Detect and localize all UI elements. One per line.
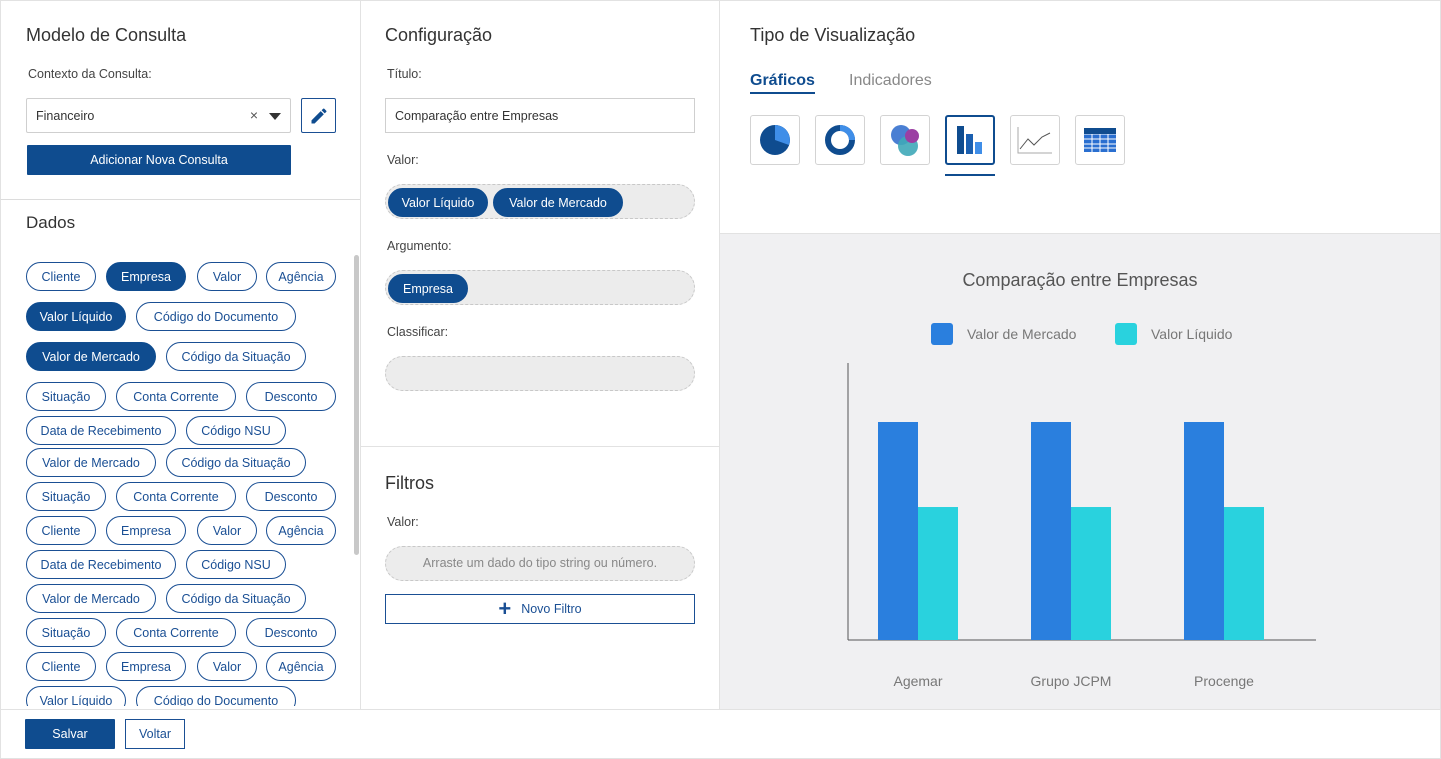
data-chip[interactable]: Desconto	[246, 382, 336, 411]
data-chip[interactable]: Situação	[26, 618, 106, 647]
data-chip[interactable]: Valor de Mercado	[26, 584, 156, 613]
data-chip[interactable]: Valor de Mercado	[26, 342, 156, 371]
filters-title: Filtros	[385, 473, 434, 493]
add-query-button[interactable]: Adicionar Nova Consulta	[27, 145, 291, 175]
pie-chart-icon	[760, 125, 790, 155]
filter-value-label: Valor:	[387, 515, 419, 529]
bar-chart	[847, 363, 1316, 641]
data-chip[interactable]: Valor	[197, 652, 257, 681]
data-chip[interactable]: Desconto	[246, 482, 336, 511]
donut-chart-icon	[825, 125, 855, 155]
data-chip[interactable]: Valor	[197, 262, 257, 291]
plus-icon: +	[498, 596, 512, 621]
data-chip[interactable]: Data de Recebimento	[26, 550, 176, 579]
bar-chart-icon	[957, 126, 982, 154]
back-button[interactable]: Voltar	[125, 719, 185, 749]
table-icon	[1084, 128, 1116, 152]
value-chip[interactable]: Valor Líquido	[388, 188, 488, 217]
data-scrollbar[interactable]	[354, 255, 359, 555]
context-select[interactable]: Financeiro ×	[26, 98, 291, 133]
data-chip[interactable]: Valor Líquido	[26, 302, 126, 331]
new-filter-button[interactable]: + Novo Filtro	[385, 594, 695, 624]
data-chip[interactable]: Cliente	[26, 516, 96, 545]
viz-active-indicator	[945, 174, 995, 176]
x-tick-label: Grupo JCPM	[1030, 673, 1112, 689]
clear-icon[interactable]: ×	[250, 107, 258, 123]
data-chip[interactable]: Empresa	[106, 652, 186, 681]
bar-mercado[interactable]	[878, 422, 918, 640]
save-button[interactable]: Salvar	[25, 719, 115, 749]
data-chip[interactable]: Valor	[197, 516, 257, 545]
title-input[interactable]: Comparação entre Empresas	[385, 98, 695, 133]
data-chip[interactable]: Situação	[26, 482, 106, 511]
data-chip[interactable]: Conta Corrente	[116, 382, 236, 411]
viz-line-button[interactable]	[1010, 115, 1060, 165]
bar-liquido[interactable]	[1224, 507, 1264, 640]
data-chip[interactable]: Código da Situação	[166, 342, 306, 371]
tab-indicadores[interactable]: Indicadores	[849, 72, 932, 90]
argument-label: Argumento:	[387, 239, 452, 253]
data-chip[interactable]: Agência	[266, 262, 336, 291]
viz-type-title: Tipo de Visualização	[750, 25, 916, 45]
data-chip[interactable]: Código do Documento	[136, 686, 296, 706]
data-chip[interactable]: Valor Líquido	[26, 686, 126, 706]
bar-mercado[interactable]	[1031, 422, 1071, 640]
data-chip[interactable]: Data de Recebimento	[26, 416, 176, 445]
data-chip[interactable]: Código da Situação	[166, 448, 306, 477]
argument-drop-zone[interactable]: Empresa	[385, 270, 695, 305]
pencil-icon	[311, 107, 327, 123]
viz-table-button[interactable]	[1075, 115, 1125, 165]
viz-donut-button[interactable]	[815, 115, 865, 165]
data-chip[interactable]: Cliente	[26, 652, 96, 681]
data-chip[interactable]: Desconto	[246, 618, 336, 647]
config-title: Configuração	[385, 25, 493, 45]
sort-label: Classificar:	[387, 325, 449, 339]
footer-bar	[0, 709, 1441, 759]
tab-graficos[interactable]: Gráficos	[750, 72, 815, 94]
value-label: Valor:	[387, 153, 419, 167]
query-model-title: Modelo de Consulta	[26, 25, 187, 45]
data-chip[interactable]: Empresa	[106, 262, 186, 291]
data-chip[interactable]: Situação	[26, 382, 106, 411]
data-chip[interactable]: Código do Documento	[136, 302, 296, 331]
new-filter-label: Novo Filtro	[521, 602, 582, 616]
filter-placeholder: Arraste um dado do tipo string ou número…	[422, 556, 658, 570]
bar-liquido[interactable]	[1071, 507, 1111, 640]
bar-liquido[interactable]	[918, 507, 958, 640]
chevron-down-icon[interactable]	[269, 113, 281, 120]
data-chip[interactable]: Código da Situação	[166, 584, 306, 613]
data-chip[interactable]: Empresa	[106, 516, 186, 545]
viz-bubble-button[interactable]	[880, 115, 930, 165]
context-value: Financeiro	[36, 109, 95, 123]
data-chip[interactable]: Cliente	[26, 262, 96, 291]
value-chip[interactable]: Valor de Mercado	[493, 188, 623, 217]
data-chip[interactable]: Código NSU	[186, 550, 286, 579]
value-drop-zone[interactable]: Valor Líquido Valor de Mercado	[385, 184, 695, 219]
x-tick-label: Agemar	[893, 673, 943, 689]
x-tick-label: Procenge	[1194, 673, 1254, 689]
data-chip[interactable]: Valor de Mercado	[26, 448, 156, 477]
bubble-chart-icon	[891, 125, 919, 156]
bar-mercado[interactable]	[1184, 422, 1224, 640]
edit-context-button[interactable]	[301, 98, 336, 133]
argument-chip[interactable]: Empresa	[388, 274, 468, 303]
data-chip[interactable]: Conta Corrente	[116, 618, 236, 647]
filter-drop-zone[interactable]: Arraste um dado do tipo string ou número…	[385, 546, 695, 581]
title-label: Título:	[387, 67, 422, 81]
viz-bar-button[interactable]	[945, 115, 995, 165]
line-chart-icon	[1017, 127, 1052, 154]
sort-drop-zone[interactable]	[385, 356, 695, 391]
data-chip[interactable]: Código NSU	[186, 416, 286, 445]
viz-pie-button[interactable]	[750, 115, 800, 165]
context-label: Contexto da Consulta:	[28, 67, 152, 81]
data-chip[interactable]: Agência	[266, 652, 336, 681]
data-chip[interactable]: Conta Corrente	[116, 482, 236, 511]
data-chip[interactable]: Agência	[266, 516, 336, 545]
